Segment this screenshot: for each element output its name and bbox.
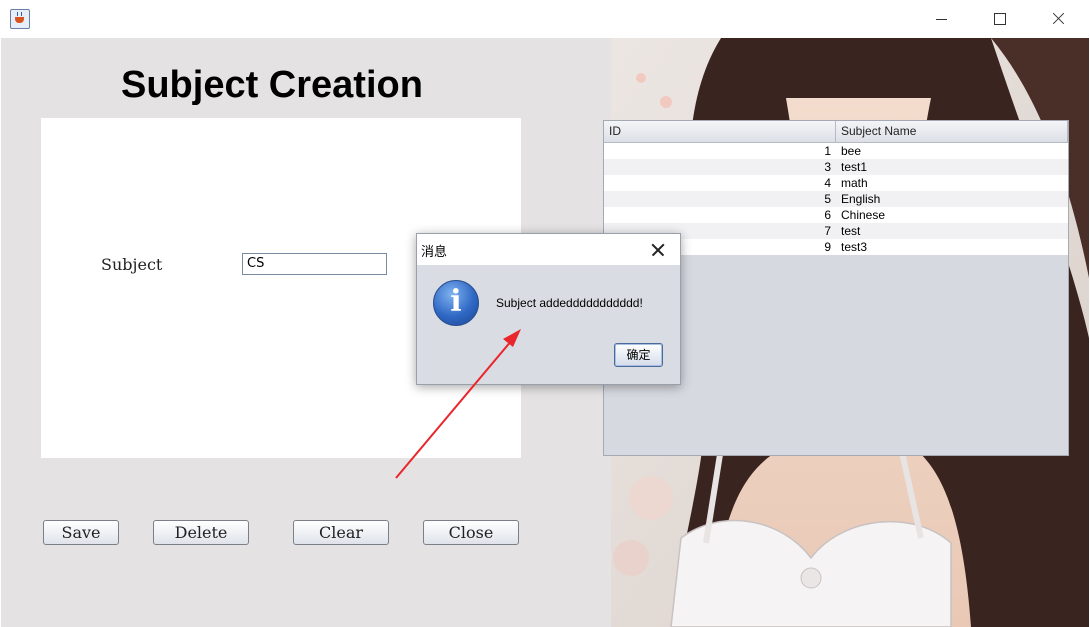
window-title-bar	[0, 0, 1090, 38]
ok-button[interactable]: 确定	[614, 343, 663, 367]
save-button[interactable]: Save	[43, 520, 119, 545]
delete-button[interactable]: Delete	[153, 520, 249, 545]
table-row[interactable]: 6 Chinese	[604, 207, 1068, 223]
cell-id: 5	[824, 192, 831, 206]
message-dialog: 消息 i Subject addeddddddddddd! 确定	[416, 233, 681, 385]
dialog-title: 消息	[421, 245, 448, 260]
close-button[interactable]: Close	[423, 520, 519, 545]
cell-subject-name: test	[841, 224, 861, 238]
column-header-subject-name[interactable]: Subject Name	[836, 121, 1068, 142]
cell-subject-name: Chinese	[841, 208, 886, 222]
subject-input[interactable]: CS	[242, 253, 387, 275]
subject-label: Subject	[101, 255, 163, 274]
page-title: Subject Creation	[121, 64, 423, 106]
cell-subject-name: English	[841, 192, 881, 206]
cell-id: 6	[824, 208, 831, 222]
minimize-icon[interactable]	[919, 0, 965, 38]
table-row[interactable]: 5 English	[604, 191, 1068, 207]
java-app-icon	[10, 9, 30, 29]
table-row[interactable]: 4 math	[604, 175, 1068, 191]
dialog-close-icon[interactable]	[647, 240, 669, 260]
cell-subject-name: test3	[841, 240, 868, 254]
table-row[interactable]: 3 test1	[604, 159, 1068, 175]
cell-subject-name: bee	[841, 144, 862, 158]
maximize-icon[interactable]	[977, 0, 1023, 38]
dialog-message: Subject addeddddddddddd!	[496, 296, 643, 310]
dialog-title-bar: 消息	[417, 234, 680, 265]
table-row[interactable]: 1 bee	[604, 143, 1068, 159]
info-icon: i	[433, 280, 479, 326]
cell-id: 4	[824, 176, 831, 190]
clear-button[interactable]: Clear	[293, 520, 389, 545]
table-header: ID Subject Name	[604, 121, 1068, 143]
cell-subject-name: test1	[841, 160, 868, 174]
column-header-id[interactable]: ID	[604, 121, 836, 142]
cell-id: 1	[824, 144, 831, 158]
cell-id: 3	[824, 160, 831, 174]
cell-subject-name: math	[841, 176, 868, 190]
close-icon[interactable]	[1035, 0, 1081, 38]
